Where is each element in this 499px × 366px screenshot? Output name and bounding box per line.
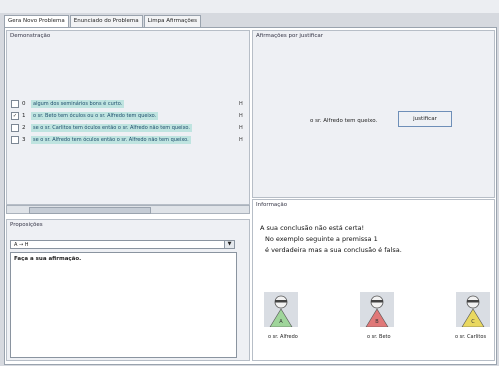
person-icon: A	[269, 295, 293, 328]
row-mark: H	[239, 113, 243, 119]
select-value: A → H	[14, 242, 29, 248]
textarea-content: Faça a sua afirmação.	[14, 256, 82, 262]
info-message-line1: A sua conclusão não está certa!	[260, 224, 365, 232]
tab-limpa-afirmacoes[interactable]: Limpa Afirmações	[143, 15, 201, 27]
top-bar	[0, 0, 499, 13]
row-mark: H	[239, 137, 243, 143]
row-mark: H	[239, 101, 243, 107]
character-beto: B	[360, 292, 394, 328]
demonstracao-panel: Demonstração 0 algum dos seminários bons…	[6, 30, 250, 205]
demo-row: 2 se o sr. Carlitos tem óculos então o s…	[11, 123, 192, 132]
row-sentence[interactable]: se o sr. Alfredo tem óculos então o sr. …	[31, 135, 191, 144]
row-checkbox-checked[interactable]: ✓	[11, 111, 19, 120]
chevron-down-icon[interactable]: ▼	[224, 241, 234, 248]
afirmacoes-panel: Afirmações por justificar	[252, 30, 495, 198]
row-checkbox[interactable]	[11, 99, 19, 108]
row-checkbox[interactable]	[11, 135, 19, 144]
proposicao-select[interactable]: A → H ▼	[10, 240, 235, 249]
informacao-title: Informação	[256, 202, 288, 208]
character-name: o sr. Alfredo	[268, 334, 298, 340]
info-message-line3: é verdadeira mas a sua conclusão é falsa…	[265, 246, 402, 254]
scrollbar-thumb[interactable]	[29, 207, 151, 214]
afirmacao-textarea[interactable]: Faça a sua afirmação.	[10, 252, 237, 358]
info-message-line2: No exemplo seguinte a premissa 1	[265, 235, 378, 243]
character-carlitos: C	[456, 292, 490, 328]
person-icon: B	[365, 295, 389, 328]
afirmacao-pending: o sr. Alfredo tem queixo.	[310, 118, 378, 124]
row-checkbox[interactable]	[11, 123, 19, 132]
person-icon: C	[461, 295, 485, 328]
row-sentence[interactable]: algum dos seminários bons é curto.	[31, 99, 125, 108]
row-number: 1	[22, 112, 26, 119]
row-number: 3	[22, 136, 26, 143]
tab-enunciado-do-problema[interactable]: Enunciado do Problema	[69, 15, 143, 27]
character-name: o sr. Carlitos	[455, 334, 487, 340]
demonstracao-title: Demonstração	[10, 33, 51, 39]
row-number: 2	[22, 124, 26, 131]
svg-text:B: B	[375, 319, 379, 325]
tab-bar: Gera Novo Problema Enunciado do Problema…	[4, 15, 202, 27]
justificar-button[interactable]: justificar	[398, 111, 452, 127]
row-sentence[interactable]: o sr. Beto tem óculos ou o sr. Alfredo t…	[31, 111, 159, 120]
demo-row: ✓ 1 o sr. Beto tem óculos ou o sr. Alfre…	[11, 111, 159, 120]
svg-text:A: A	[279, 319, 283, 325]
afirmacoes-title: Afirmações por justificar	[256, 33, 324, 39]
horizontal-scrollbar[interactable]	[6, 205, 250, 214]
svg-text:C: C	[471, 319, 475, 325]
character-alfredo: A	[264, 292, 298, 328]
row-sentence[interactable]: se o sr. Carlitos tem óculos então o sr.…	[31, 123, 192, 132]
character-name: o sr. Beto	[367, 334, 391, 340]
demo-row: 0 algum dos seminários bons é curto.	[11, 99, 125, 108]
tab-gera-novo-problema[interactable]: Gera Novo Problema	[4, 15, 69, 27]
proposicoes-title: Proposições	[10, 222, 43, 228]
row-number: 0	[22, 100, 26, 107]
demo-row: 3 se o sr. Alfredo tem óculos então o sr…	[11, 135, 191, 144]
row-mark: H	[239, 125, 243, 131]
